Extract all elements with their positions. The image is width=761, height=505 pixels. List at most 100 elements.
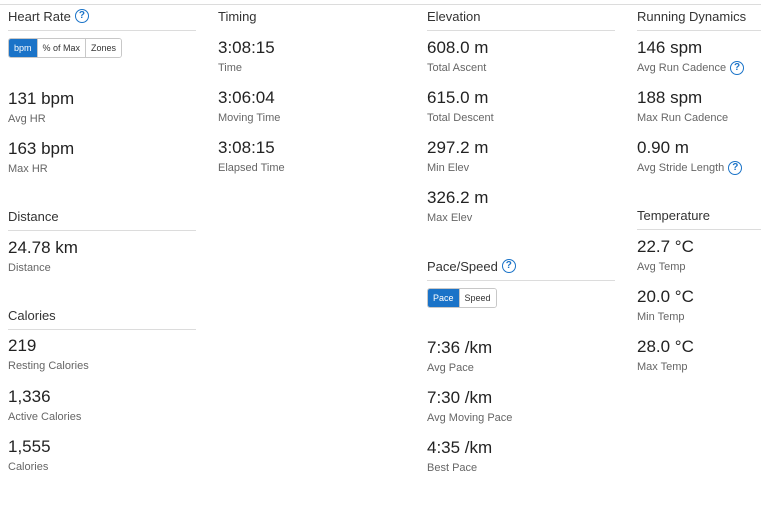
stat-resting-calories: 219 Resting Calories — [8, 336, 89, 373]
stat-distance: 24.78 km Distance — [8, 238, 78, 275]
running-dynamics-title: Running Dynamics — [637, 9, 747, 24]
heart-rate-unit-toggle: bpm % of Max Zones — [8, 38, 123, 58]
stat-max-hr: 163 bpm Max HR — [8, 139, 74, 176]
stat-max-run-cadence: 188 spm Max Run Cadence — [637, 88, 728, 125]
stat-value: 219 — [8, 336, 37, 355]
stat-label: Avg Temp — [637, 261, 686, 273]
stat-value: 28.0 °C — [637, 337, 694, 356]
stat-value: 3:08:15 — [218, 138, 275, 157]
stat-avg-hr: 131 bpm Avg HR — [8, 89, 74, 126]
stat-label: Elapsed Time — [218, 162, 285, 174]
stat-label: Distance — [8, 262, 51, 274]
stat-value: 20.0 °C — [637, 287, 694, 306]
stat-value: 3:06:04 — [218, 88, 275, 107]
stat-value: 131 bpm — [8, 89, 75, 108]
stat-moving-time: 3:06:04 Moving Time — [218, 88, 280, 125]
stat-calories: 1,555 Calories — [8, 437, 51, 474]
stat-value: 7:36 /km — [427, 338, 493, 357]
stat-value: 24.78 km — [8, 238, 78, 257]
calories-title: Calories — [8, 308, 56, 323]
stat-min-temp: 20.0 °C Min Temp — [637, 287, 694, 324]
stat-label: Time — [218, 62, 243, 74]
elevation-section: Elevation — [427, 8, 615, 31]
stat-avg-run-cadence: 146 spm Avg Run Cadence ? — [637, 38, 745, 75]
stat-label: Max HR — [8, 163, 48, 175]
stat-avg-stride-length: 0.90 m Avg Stride Length ? — [637, 138, 743, 175]
stat-label: Avg Stride Length — [637, 162, 725, 174]
stat-label: Avg Pace — [427, 362, 474, 374]
stat-label: Total Descent — [427, 112, 494, 124]
heart-rate-section: Heart Rate ? — [8, 8, 196, 31]
heart-rate-header: Heart Rate ? — [8, 8, 196, 31]
stat-max-temp: 28.0 °C Max Temp — [637, 337, 694, 374]
top-divider — [0, 4, 761, 5]
stat-min-elev: 297.2 m Min Elev — [427, 138, 488, 175]
stat-best-pace: 4:35 /km Best Pace — [427, 438, 492, 475]
temperature-header: Temperature — [637, 207, 761, 230]
stat-value: 615.0 m — [427, 88, 489, 107]
pace-speed-title: Pace/Speed — [427, 259, 498, 274]
distance-header: Distance — [8, 208, 196, 231]
stat-active-calories: 1,336 Active Calories — [8, 387, 81, 424]
help-icon[interactable]: ? — [730, 61, 745, 75]
stat-value: 163 bpm — [8, 139, 75, 158]
toggle-pace[interactable]: Pace — [428, 289, 459, 307]
stat-label: Moving Time — [218, 112, 281, 124]
stat-total-ascent: 608.0 m Total Ascent — [427, 38, 488, 75]
stat-value: 1,336 — [8, 387, 51, 406]
stat-label: Max Temp — [637, 361, 688, 373]
stat-elapsed-time: 3:08:15 Elapsed Time — [218, 138, 285, 175]
stat-value: 188 spm — [637, 88, 703, 107]
running-dynamics-header: Running Dynamics — [637, 8, 761, 31]
stat-total-descent: 615.0 m Total Descent — [427, 88, 494, 125]
distance-title: Distance — [8, 209, 59, 224]
stat-label: Avg HR — [8, 113, 46, 125]
stat-value: 1,555 — [8, 437, 51, 456]
stat-avg-moving-pace: 7:30 /km Avg Moving Pace — [427, 388, 512, 425]
help-icon[interactable]: ? — [74, 9, 89, 23]
stat-label: Resting Calories — [8, 360, 89, 372]
stat-value: 297.2 m — [427, 138, 489, 157]
elevation-title: Elevation — [427, 9, 481, 24]
calories-header: Calories — [8, 307, 196, 330]
help-icon[interactable]: ? — [728, 161, 743, 175]
stat-label-row: Avg Stride Length ? — [637, 161, 743, 175]
stat-label: Max Run Cadence — [637, 112, 729, 124]
pace-speed-section: Pace/Speed ? — [427, 258, 615, 281]
heart-rate-title: Heart Rate — [8, 9, 71, 24]
stat-label: Min Elev — [427, 162, 470, 174]
temperature-title: Temperature — [637, 208, 710, 223]
stat-label: Max Elev — [427, 212, 473, 224]
stat-max-elev: 326.2 m Max Elev — [427, 188, 488, 225]
stat-time: 3:08:15 Time — [218, 38, 275, 75]
temperature-section: Temperature — [637, 207, 761, 230]
timing-header: Timing — [218, 8, 406, 30]
toggle-speed[interactable]: Speed — [458, 289, 496, 307]
running-dynamics-section: Running Dynamics — [637, 8, 761, 31]
timing-title: Timing — [218, 9, 257, 24]
toggle-bpm[interactable]: bpm — [9, 39, 37, 57]
stat-label: Total Ascent — [427, 62, 487, 74]
stat-label-row: Avg Run Cadence ? — [637, 61, 745, 75]
distance-section: Distance — [8, 208, 196, 231]
timing-section: Timing — [218, 8, 406, 30]
stat-value: 4:35 /km — [427, 438, 493, 457]
elevation-header: Elevation — [427, 8, 615, 31]
stat-label: Avg Moving Pace — [427, 412, 513, 424]
stat-label: Calories — [8, 461, 49, 473]
toggle-zones[interactable]: Zones — [85, 39, 122, 57]
stat-label: Avg Run Cadence — [637, 62, 727, 74]
stat-label: Active Calories — [8, 411, 82, 423]
stat-value: 326.2 m — [427, 188, 489, 207]
stat-value: 0.90 m — [637, 138, 689, 157]
stat-value: 3:08:15 — [218, 38, 275, 57]
pace-speed-toggle: Pace Speed — [427, 288, 497, 308]
stat-value: 146 spm — [637, 38, 703, 57]
pace-speed-header: Pace/Speed ? — [427, 258, 615, 281]
toggle-percent-of-max[interactable]: % of Max — [36, 39, 86, 57]
stat-value: 7:30 /km — [427, 388, 493, 407]
calories-section: Calories — [8, 307, 196, 330]
stat-value: 608.0 m — [427, 38, 489, 57]
help-icon[interactable]: ? — [501, 259, 516, 273]
stat-value: 22.7 °C — [637, 237, 694, 256]
